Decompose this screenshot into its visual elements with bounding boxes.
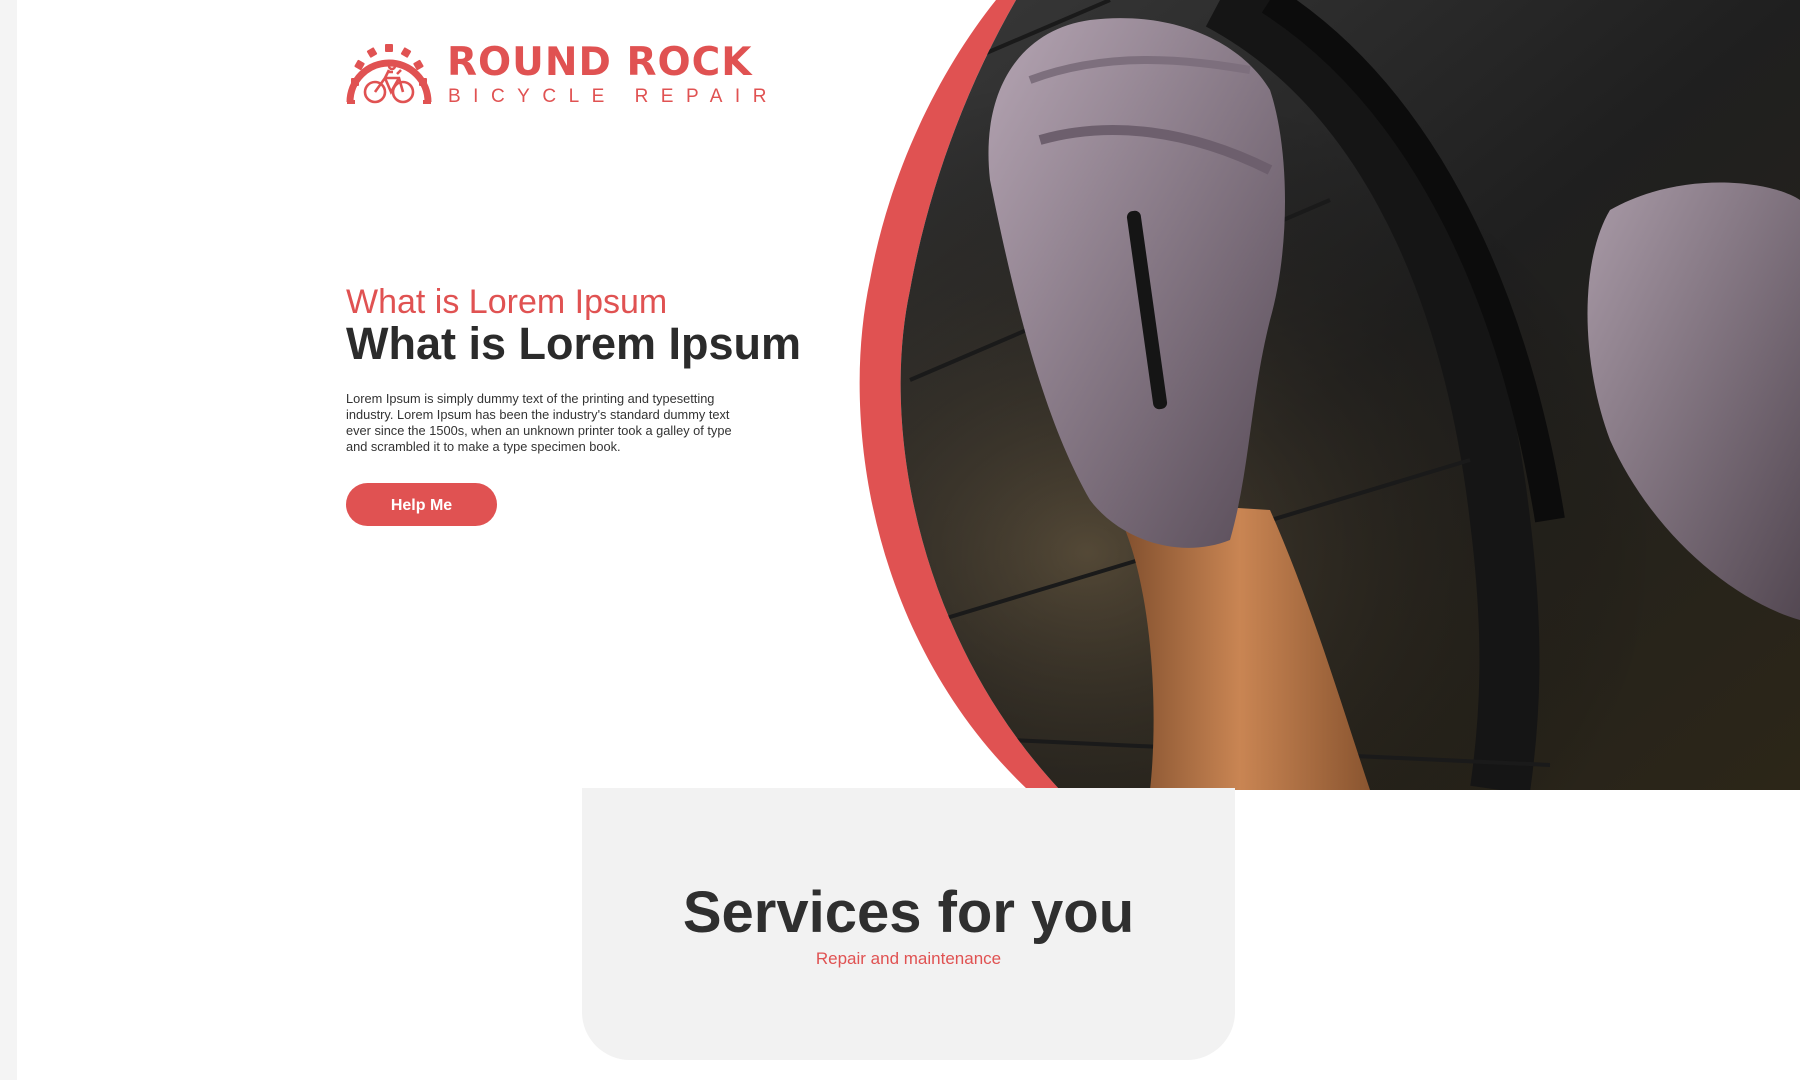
hero-image bbox=[859, 0, 1800, 790]
services-title: Services for you bbox=[682, 880, 1135, 945]
bicycle-gear-icon bbox=[346, 44, 432, 104]
services-subtitle: Repair and maintenance bbox=[815, 949, 1002, 968]
brand-logo[interactable]: ROUND ROCK BICYCLE REPAIR bbox=[345, 40, 766, 112]
hero-heading: What is Lorem Ipsum bbox=[346, 318, 802, 369]
help-me-button[interactable]: Help Me bbox=[346, 483, 497, 526]
services-card: Services for you Repair and maintenance bbox=[582, 788, 1235, 1060]
page-left-strip bbox=[0, 0, 17, 1080]
brand-subtitle: BICYCLE REPAIR bbox=[448, 86, 779, 107]
brand-title: ROUND ROCK bbox=[447, 40, 753, 85]
hero-body-text: Lorem Ipsum is simply dummy text of the … bbox=[346, 391, 732, 454]
hero-subheading: What is Lorem Ipsum bbox=[346, 283, 668, 321]
